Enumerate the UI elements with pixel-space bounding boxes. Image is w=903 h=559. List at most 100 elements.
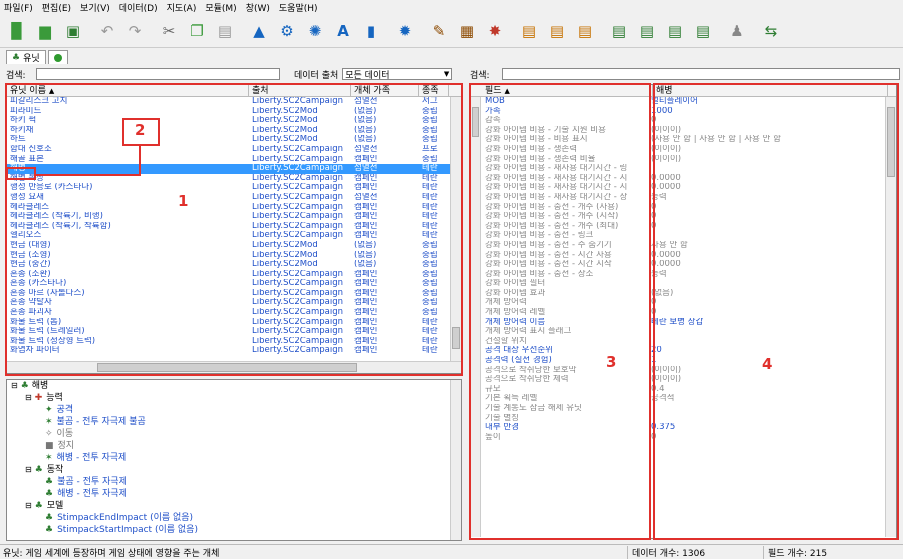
menu-file[interactable]: 파일(F)	[4, 1, 33, 14]
tree-item[interactable]: ⊟ ✚ 능력	[7, 392, 461, 404]
tree-items: ⊟ ✚ 능력 ✦ 공격 ✶ 불곰 - 전투 자극제 불곰 ✧ 이동 ■ 정지 ✶ 해병 - 전투 자극제…	[7, 392, 461, 536]
menu-window[interactable]: 창(W)	[246, 1, 270, 14]
annotation-box-1	[5, 83, 463, 376]
point-palette-icon[interactable]: ▤	[516, 18, 542, 44]
tree-scrollbar[interactable]	[450, 380, 461, 540]
sound-palette-icon[interactable]: ▤	[662, 18, 688, 44]
chevron-down-icon: ▼	[443, 70, 450, 78]
tree-item-label: 이동	[56, 429, 74, 439]
cut-icon[interactable]: ✂	[156, 18, 182, 44]
layer-palette-icon[interactable]: ▤	[606, 18, 632, 44]
open-folder-icon[interactable]: ▆	[32, 18, 58, 44]
attack-icon: ✦	[45, 405, 53, 415]
region-palette-icon[interactable]: ▤	[544, 18, 570, 44]
text-editor-icon[interactable]: A	[330, 18, 356, 44]
behavior-icon: ♣	[45, 477, 54, 487]
toolbar: ▉ ▆ ▣ ↶ ↷ ✂ ❐ ▤ ▲ ⚙ ✺ A ▮ ✹ ✎ ▦ ✸ ▤ ▤ ▤ …	[0, 14, 903, 48]
annotation-label-1: 1	[178, 192, 189, 210]
data-source-select[interactable]: 모든 데이터 ▼	[342, 68, 453, 81]
field-search-label: 검색:	[470, 70, 490, 81]
tree-item[interactable]: ✦ 공격	[7, 404, 461, 416]
tree-item[interactable]: ♣ 해병 - 전투 자극제	[7, 488, 461, 500]
annotation-label-3: 3	[606, 353, 617, 371]
tree-item[interactable]: ♣ StimpackEndImpact (이름 없음)	[7, 512, 461, 524]
doodad-icon[interactable]: ▦	[454, 18, 480, 44]
menu-view[interactable]: 보기(V)	[80, 1, 110, 14]
tree-item[interactable]: ✧ 이동	[7, 428, 461, 440]
unit-root-icon: ♣	[20, 381, 29, 391]
tab-units[interactable]: ♣ 유닛	[6, 50, 46, 64]
tree-item-label: StimpackEndImpact (이름 없음)	[57, 513, 194, 523]
cutscene-editor-icon[interactable]: ✹	[392, 18, 418, 44]
ability-icon: ✚	[34, 393, 43, 403]
import-editor-icon[interactable]: ▮	[358, 18, 384, 44]
model-icon: ♣	[45, 513, 54, 523]
menu-bar: 파일(F) 편집(E) 보기(V) 데이터(D) 지도(A) 모듈(M) 창(W…	[0, 0, 903, 14]
model-icon: ♣	[34, 501, 43, 511]
tree-item-label: 모델	[46, 501, 64, 511]
redo-icon[interactable]: ↷	[122, 18, 148, 44]
menu-data[interactable]: 데이터(D)	[119, 1, 158, 14]
annotation-label-2: 2	[135, 121, 146, 139]
field-count: 필드 개수: 215	[768, 548, 828, 559]
tree-root[interactable]: ⊟ ♣ 해병	[7, 380, 461, 392]
behavior-icon: ♣	[45, 489, 54, 499]
move-icon: ✧	[45, 429, 53, 439]
status-hint: 유닛: 게임 세계에 등장하며 게임 상태에 영향을 주는 개체	[0, 545, 628, 559]
trigger-editor-icon[interactable]: ⚙	[274, 18, 300, 44]
tree-item[interactable]: ⊟ ♣ 모델	[7, 500, 461, 512]
annotation-box-3	[469, 83, 651, 540]
unit-palette-icon[interactable]: ✸	[482, 18, 508, 44]
paste-icon[interactable]: ▤	[212, 18, 238, 44]
tree-item-label: 불곰 - 전투 자극제	[57, 477, 127, 487]
tree-item-label: 공격	[56, 405, 74, 415]
tree-item-label: 해병 - 전투 자극제	[56, 453, 127, 463]
annotation-box-2	[6, 167, 36, 180]
camera-palette-icon[interactable]: ▤	[572, 18, 598, 44]
path-palette-icon[interactable]: ▤	[634, 18, 660, 44]
tree-expander-icon[interactable]: ⊟	[25, 464, 32, 476]
menu-module[interactable]: 모듈(M)	[205, 1, 236, 14]
tree-item-label: 동작	[46, 465, 64, 475]
right-search-row: 검색:	[470, 67, 900, 81]
stop-icon: ■	[45, 441, 54, 451]
tree-item-label: 능력	[46, 393, 63, 403]
undo-icon[interactable]: ↶	[94, 18, 120, 44]
annotation-label-4: 4	[762, 355, 773, 373]
data-count: 데이터 개수: 1306	[628, 545, 764, 559]
annotation-box-4	[653, 83, 899, 540]
search-label: 검색:	[6, 70, 26, 81]
copy-icon[interactable]: ❐	[184, 18, 210, 44]
launch-sc2-icon[interactable]: ⇆	[758, 18, 784, 44]
data-editor-icon[interactable]: ✺	[302, 18, 328, 44]
tree-item[interactable]: ✶ 해병 - 전투 자극제	[7, 452, 461, 464]
tree-item-label: 불곰 - 전투 자극제 불곰	[56, 417, 146, 427]
tree-item[interactable]: ⊟ ♣ 동작	[7, 464, 461, 476]
object-type-tabs: ♣ 유닛	[0, 49, 903, 65]
tree-expander-icon[interactable]: ⊟	[25, 500, 32, 512]
terrain-editor-icon[interactable]: ▲	[246, 18, 272, 44]
add-tab-button[interactable]	[47, 50, 68, 64]
plus-icon	[53, 53, 62, 62]
annotation-pointer-h	[36, 174, 141, 176]
annotation-pointer-v	[139, 146, 141, 176]
model-icon: ♣	[45, 525, 54, 535]
save-icon[interactable]: ▣	[60, 18, 86, 44]
tree-item[interactable]: ✶ 불곰 - 전투 자극제 불곰	[7, 416, 461, 428]
tree-item[interactable]: ♣ 불곰 - 전투 자극제	[7, 476, 461, 488]
menu-help[interactable]: 도움말(H)	[279, 1, 318, 14]
behavior-icon: ♣	[34, 465, 43, 475]
pencil-icon[interactable]: ✎	[426, 18, 452, 44]
menu-edit[interactable]: 편집(E)	[42, 1, 71, 14]
tree-item-label: 정지	[57, 441, 75, 451]
menu-map[interactable]: 지도(A)	[167, 1, 197, 14]
tree-expander-icon[interactable]: ⊟	[25, 392, 32, 404]
search-input[interactable]	[36, 68, 280, 80]
tree-item[interactable]: ♣ StimpackStartImpact (이름 없음)	[7, 524, 461, 536]
list-palette-icon[interactable]: ▤	[690, 18, 716, 44]
new-file-icon[interactable]: ▉	[4, 18, 30, 44]
field-search-input[interactable]	[502, 68, 900, 80]
test-map-icon[interactable]: ♟	[724, 18, 750, 44]
tree-item[interactable]: ■ 정지	[7, 440, 461, 452]
stim-icon: ✶	[45, 453, 53, 463]
